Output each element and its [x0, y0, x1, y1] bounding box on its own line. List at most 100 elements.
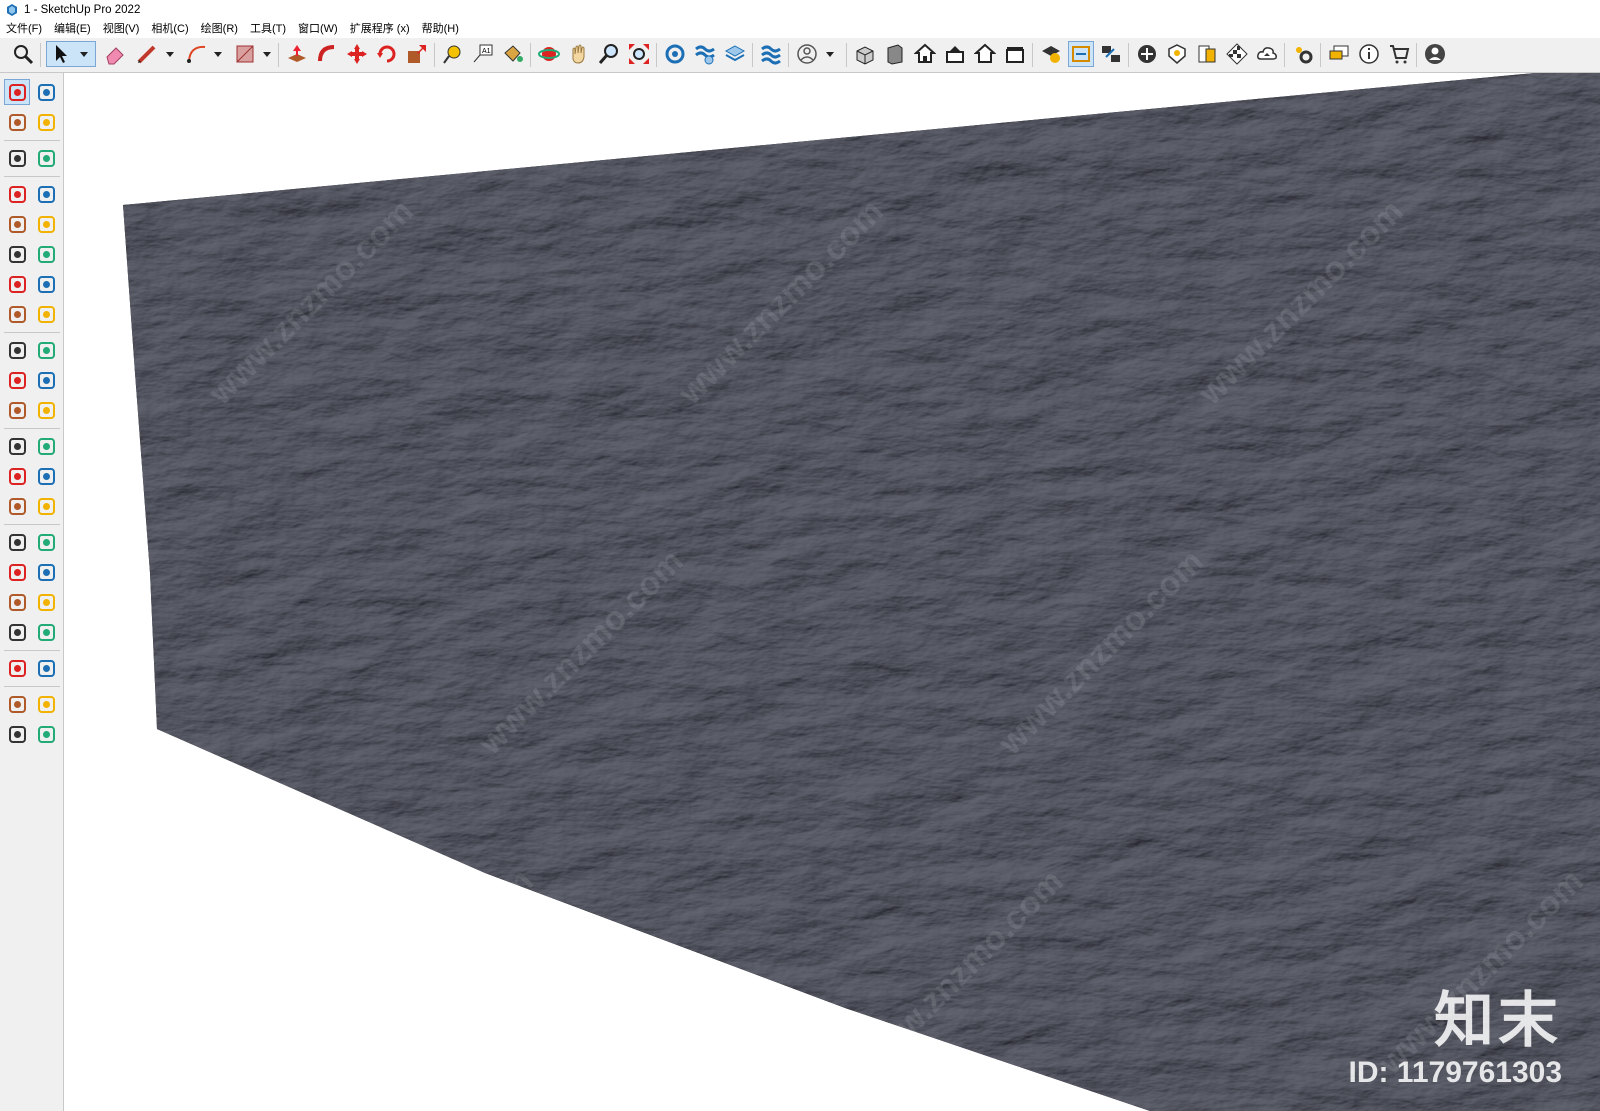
rectangle-icon[interactable]: [232, 41, 258, 67]
style-icon[interactable]: [1194, 41, 1220, 67]
share-icon[interactable]: [1068, 41, 1094, 67]
arc-icon[interactable]: [184, 41, 210, 67]
tape-icon[interactable]: [33, 145, 59, 171]
select-icon[interactable]: [4, 79, 30, 105]
zoom-extents-icon[interactable]: [4, 589, 30, 615]
user-icon[interactable]: [794, 41, 820, 67]
arc3-icon[interactable]: [33, 301, 59, 327]
pie-icon[interactable]: [4, 301, 30, 327]
settings-icon[interactable]: [1290, 41, 1316, 67]
menu-camera[interactable]: 相机(C): [145, 20, 194, 38]
polygon-icon[interactable]: [33, 241, 59, 267]
follow-me-icon[interactable]: [33, 367, 59, 393]
look-around-icon[interactable]: [33, 619, 59, 645]
orbit-icon[interactable]: [536, 41, 562, 67]
walk-icon[interactable]: [4, 655, 30, 681]
pan-icon[interactable]: [566, 41, 592, 67]
menu-file[interactable]: 文件(F): [0, 20, 48, 38]
paint-bucket-icon[interactable]: [500, 41, 526, 67]
menu-view[interactable]: 视图(V): [97, 20, 146, 38]
eraser-icon[interactable]: [33, 109, 59, 135]
pencil-icon[interactable]: [134, 41, 160, 67]
pencil-icon[interactable]: [4, 181, 30, 207]
protractor-icon[interactable]: [4, 463, 30, 489]
rectangle-dropdown-icon[interactable]: [263, 52, 271, 57]
section-plane-icon[interactable]: [33, 655, 59, 681]
user-dropdown-icon[interactable]: [826, 52, 834, 57]
back-view-icon[interactable]: [972, 41, 998, 67]
model-info-icon[interactable]: [1098, 41, 1124, 67]
box-view-icon[interactable]: [1002, 41, 1028, 67]
paint-icon[interactable]: [4, 109, 30, 135]
model-viewport[interactable]: www.znzmo.com www.znzmo.com www.znzmo.co…: [65, 73, 1600, 1111]
rotate-icon[interactable]: [374, 41, 400, 67]
text-icon[interactable]: A1: [470, 41, 496, 67]
menu-edit[interactable]: 编辑(E): [48, 20, 97, 38]
info-icon[interactable]: [1356, 41, 1382, 67]
push-pull-icon[interactable]: [284, 41, 310, 67]
orbit-icon[interactable]: [33, 79, 59, 105]
move-icon[interactable]: [344, 41, 370, 67]
rotate-icon[interactable]: [4, 367, 30, 393]
chat-icon[interactable]: [1326, 41, 1352, 67]
menu-tools[interactable]: 工具(T): [244, 20, 292, 38]
zoom-extents-icon[interactable]: [626, 41, 652, 67]
pan-icon[interactable]: [33, 529, 59, 555]
tape-measure-icon[interactable]: [440, 41, 466, 67]
tape-measure-icon[interactable]: [4, 433, 30, 459]
arc2-icon[interactable]: [33, 271, 59, 297]
follow-me-icon[interactable]: [314, 41, 340, 67]
orbit2-icon[interactable]: [4, 529, 30, 555]
dimension-icon[interactable]: [33, 433, 59, 459]
add-icon[interactable]: [1134, 41, 1160, 67]
position-camera-icon[interactable]: [4, 619, 30, 645]
menu-draw[interactable]: 绘图(R): [195, 20, 244, 38]
zoom-icon[interactable]: [4, 559, 30, 585]
circle-icon[interactable]: [4, 241, 30, 267]
freehand-icon[interactable]: [33, 181, 59, 207]
cart-icon[interactable]: [1386, 41, 1412, 67]
iso-view-icon[interactable]: [852, 41, 878, 67]
component-icon[interactable]: [4, 145, 30, 171]
offset-icon[interactable]: [33, 397, 59, 423]
scale-icon[interactable]: [4, 397, 30, 423]
zoom-window-icon[interactable]: [33, 559, 59, 585]
arc-icon[interactable]: [4, 271, 30, 297]
shield-icon[interactable]: [1164, 41, 1190, 67]
eraser-icon[interactable]: [102, 41, 128, 67]
zoom-icon[interactable]: [10, 41, 36, 67]
layers-icon[interactable]: [4, 721, 30, 747]
solid2-icon[interactable]: [33, 721, 59, 747]
account-icon[interactable]: [1422, 41, 1448, 67]
select-icon[interactable]: [46, 41, 96, 67]
arc-dropdown-icon[interactable]: [214, 52, 222, 57]
menu-window[interactable]: 窗口(W): [292, 20, 344, 38]
top-view-icon[interactable]: [942, 41, 968, 67]
rectangle-icon[interactable]: [4, 211, 30, 237]
home-view-icon[interactable]: [912, 41, 938, 67]
zoom-tool-icon[interactable]: [596, 41, 622, 67]
pencil-dropdown-icon[interactable]: [166, 52, 174, 57]
check-icon[interactable]: [1038, 41, 1064, 67]
toolbar-separator: [4, 650, 60, 651]
3d-text-icon[interactable]: [33, 493, 59, 519]
move-icon[interactable]: [4, 337, 30, 363]
layers-icon[interactable]: [722, 41, 748, 67]
checker-icon[interactable]: [1224, 41, 1250, 67]
text-icon[interactable]: [33, 463, 59, 489]
solid-icon[interactable]: [758, 41, 784, 67]
push-pull-icon[interactable]: [33, 337, 59, 363]
axes-icon[interactable]: [4, 493, 30, 519]
tag-icon[interactable]: [4, 691, 30, 717]
menu-extensions[interactable]: 扩展程序 (x): [344, 20, 416, 38]
section2-icon[interactable]: [33, 691, 59, 717]
select-dropdown-icon[interactable]: [80, 52, 88, 57]
scale-icon[interactable]: [404, 41, 430, 67]
cloud-icon[interactable]: [1254, 41, 1280, 67]
tag-icon[interactable]: [662, 41, 688, 67]
previous-view-icon[interactable]: [33, 589, 59, 615]
rotated-rect-icon[interactable]: [33, 211, 59, 237]
front-view-icon[interactable]: [882, 41, 908, 67]
menu-help[interactable]: 帮助(H): [416, 20, 465, 38]
section-icon[interactable]: [692, 41, 718, 67]
